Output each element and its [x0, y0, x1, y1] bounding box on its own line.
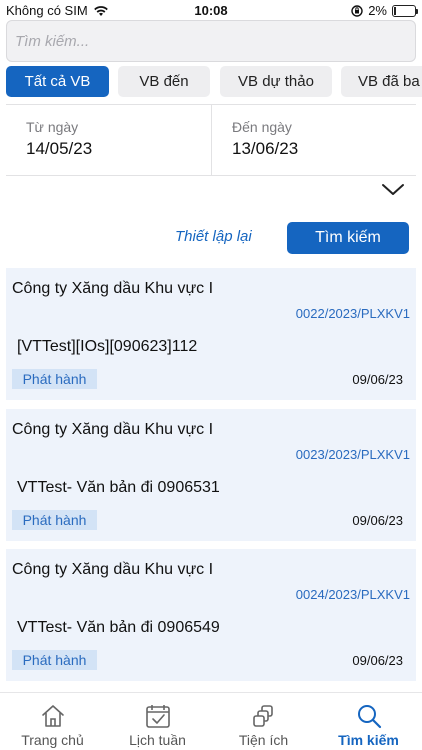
status-right: 2%	[351, 3, 418, 18]
document-organization: Công ty Xăng dầu Khu vực I	[12, 421, 214, 438]
nav-item-search[interactable]: Tìm kiếm	[316, 693, 421, 750]
document-organization: Công ty Xăng dầu Khu vực I	[12, 280, 214, 297]
nav-item-home[interactable]: Trang chủ	[0, 693, 105, 750]
battery-percent: 2%	[368, 3, 387, 18]
document-date: 09/06/23	[352, 372, 403, 387]
search-bar	[6, 20, 416, 62]
tab-draft-documents[interactable]: VB dự thảo	[220, 66, 332, 97]
document-date: 09/06/23	[352, 513, 403, 528]
search-button[interactable]: Tìm kiếm	[287, 222, 409, 254]
chevron-down-icon[interactable]	[380, 180, 406, 200]
orientation-lock-icon	[351, 4, 363, 17]
status-badge: Phát hành	[12, 510, 97, 530]
document-card[interactable]: Công ty Xăng dầu Khu vực I 0024/2023/PLX…	[6, 549, 416, 681]
document-date: 09/06/23	[352, 653, 403, 668]
tab-incoming-documents[interactable]: VB đến	[118, 66, 210, 97]
status-bar: Không có SIM 10:08 2%	[0, 0, 422, 22]
from-date-value: 14/05/23	[26, 139, 93, 158]
document-card[interactable]: Công ty Xăng dầu Khu vực I 0022/2023/PLX…	[6, 268, 416, 400]
calendar-icon	[146, 705, 170, 728]
nav-label-search: Tìm kiếm	[338, 732, 399, 748]
nav-item-weekly-calendar[interactable]: Lịch tuần	[105, 693, 210, 750]
document-code: 0023/2023/PLXKV1	[295, 447, 410, 462]
to-date-value: 13/06/23	[232, 139, 299, 158]
document-code: 0022/2023/PLXKV1	[295, 306, 410, 321]
document-type-tabs: Tất cả VB VB đến VB dự thảo VB đã ba	[0, 66, 422, 98]
date-range-filter: Từ ngày 14/05/23 Đến ngày 13/06/23	[6, 104, 416, 176]
home-icon	[42, 705, 64, 727]
bottom-nav: Trang chủ Lịch tuần Tiện ích Tìm kiếm	[0, 692, 422, 750]
document-organization: Công ty Xăng dầu Khu vực I	[12, 561, 214, 578]
nav-label-home: Trang chủ	[21, 732, 84, 748]
document-card[interactable]: Công ty Xăng dầu Khu vực I 0023/2023/PLX…	[6, 409, 416, 541]
search-icon	[358, 705, 382, 729]
document-title: [VTTest][IOs][090623]112	[17, 338, 198, 355]
nav-item-utilities[interactable]: Tiện ích	[211, 693, 316, 750]
status-badge: Phát hành	[12, 650, 97, 670]
battery-icon	[392, 4, 418, 17]
document-title: VTTest- Văn bản đi 0906549	[17, 619, 220, 636]
reset-filter-link[interactable]: Thiết lập lại	[175, 228, 252, 245]
to-date-label: Đến ngày	[232, 119, 292, 135]
status-badge: Phát hành	[12, 369, 97, 389]
document-title: VTTest- Văn bản đi 0906531	[17, 479, 220, 496]
nav-label-weekly-calendar: Lịch tuần	[129, 732, 186, 748]
utilities-icon	[253, 705, 273, 727]
nav-label-utilities: Tiện ích	[238, 732, 289, 748]
from-date-label: Từ ngày	[26, 119, 79, 135]
to-date-field[interactable]: Đến ngày 13/06/23	[212, 105, 416, 175]
from-date-field[interactable]: Từ ngày 14/05/23	[6, 105, 211, 175]
tab-issued-documents[interactable]: VB đã ba	[341, 66, 422, 97]
document-code: 0024/2023/PLXKV1	[295, 587, 410, 602]
tab-all-documents[interactable]: Tất cả VB	[6, 66, 109, 97]
search-input[interactable]	[7, 21, 415, 61]
